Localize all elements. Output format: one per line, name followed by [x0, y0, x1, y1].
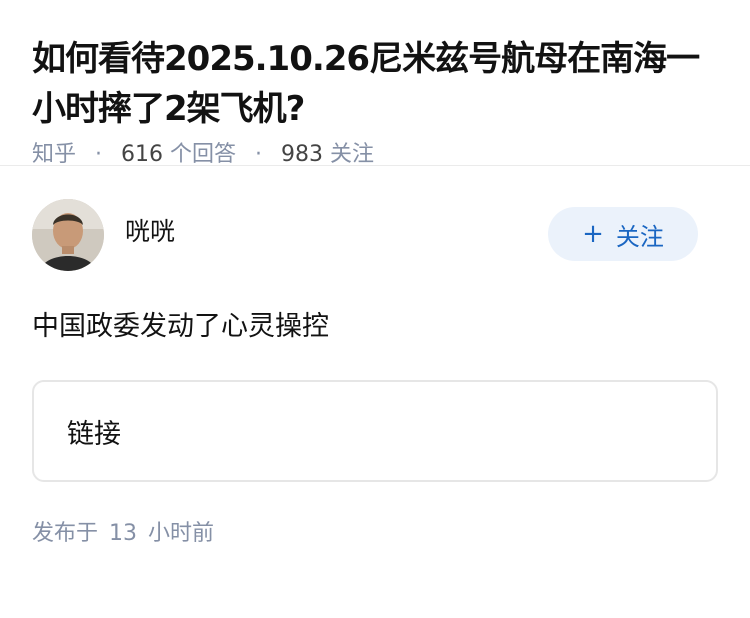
publish-value: 13 — [109, 521, 138, 546]
author-row: 咣咣 + 关注 — [32, 199, 718, 271]
author-name[interactable]: 咣咣 — [125, 215, 175, 249]
page: 如何看待2025.10.26尼米兹号航母在南海一小时摔了2架飞机? 知乎 · 6… — [0, 0, 750, 618]
follow-button[interactable]: + 关注 — [548, 207, 698, 261]
answer-count: 616 — [121, 142, 164, 167]
answer-count-label: 个回答 — [170, 142, 237, 167]
link-card[interactable]: 链接 — [32, 380, 718, 482]
link-label: 链接 — [67, 418, 121, 450]
question-header: 如何看待2025.10.26尼米兹号航母在南海一小时摔了2架飞机? 知乎 · 6… — [0, 0, 750, 167]
follow-count-label: 关注 — [330, 142, 375, 167]
avatar[interactable] — [32, 199, 104, 271]
separator-dot: · — [95, 142, 103, 167]
avatar-image — [32, 199, 104, 271]
publish-prefix: 发布于 — [32, 521, 99, 546]
follow-count: 983 — [281, 142, 324, 167]
plus-icon: + — [582, 219, 604, 249]
follow-button-label: 关注 — [615, 222, 664, 251]
answer-text: 中国政委发动了心灵操控 — [32, 311, 329, 342]
answer-card: 咣咣 + 关注 中国政委发动了心灵操控 链接 发布于 13 小时前 — [0, 199, 750, 549]
publish-time: 发布于 13 小时前 — [32, 519, 718, 549]
publish-suffix: 小时前 — [148, 521, 215, 546]
question-meta: 知乎 · 616 个回答 · 983 关注 — [32, 140, 718, 170]
source-label[interactable]: 知乎 — [32, 142, 76, 167]
question-title[interactable]: 如何看待2025.10.26尼米兹号航母在南海一小时摔了2架飞机? — [32, 34, 718, 134]
separator-dot: · — [255, 142, 263, 167]
